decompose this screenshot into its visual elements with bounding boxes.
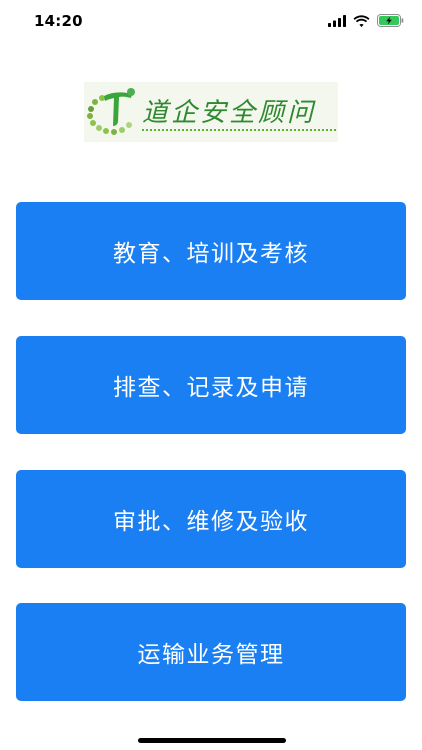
battery-charging-icon bbox=[377, 14, 404, 27]
logo-text: 道企安全顾问 bbox=[142, 98, 317, 128]
status-icons bbox=[328, 14, 404, 27]
status-time: 14:20 bbox=[34, 12, 83, 30]
home-indicator[interactable] bbox=[138, 738, 286, 743]
menu-button-education-training[interactable]: 教育、培训及考核 bbox=[16, 202, 406, 300]
menu-button-approval-maintenance[interactable]: 审批、维修及验收 bbox=[16, 470, 406, 568]
menu-button-transport-management[interactable]: 运输业务管理 bbox=[16, 603, 406, 701]
logo-icon bbox=[87, 88, 135, 135]
wifi-icon bbox=[353, 14, 370, 27]
menu-button-inspection-records[interactable]: 排查、记录及申请 bbox=[16, 336, 406, 434]
status-bar: 14:20 bbox=[0, 0, 422, 44]
logo-underline bbox=[142, 127, 336, 131]
app-logo: 道企安全顾问 bbox=[84, 82, 338, 142]
app-screen: 14:20 道企安全顾问 教育、培训及考核 排查、记录及申请 审批、维修及验收 … bbox=[0, 0, 422, 750]
signal-icon bbox=[328, 14, 346, 27]
